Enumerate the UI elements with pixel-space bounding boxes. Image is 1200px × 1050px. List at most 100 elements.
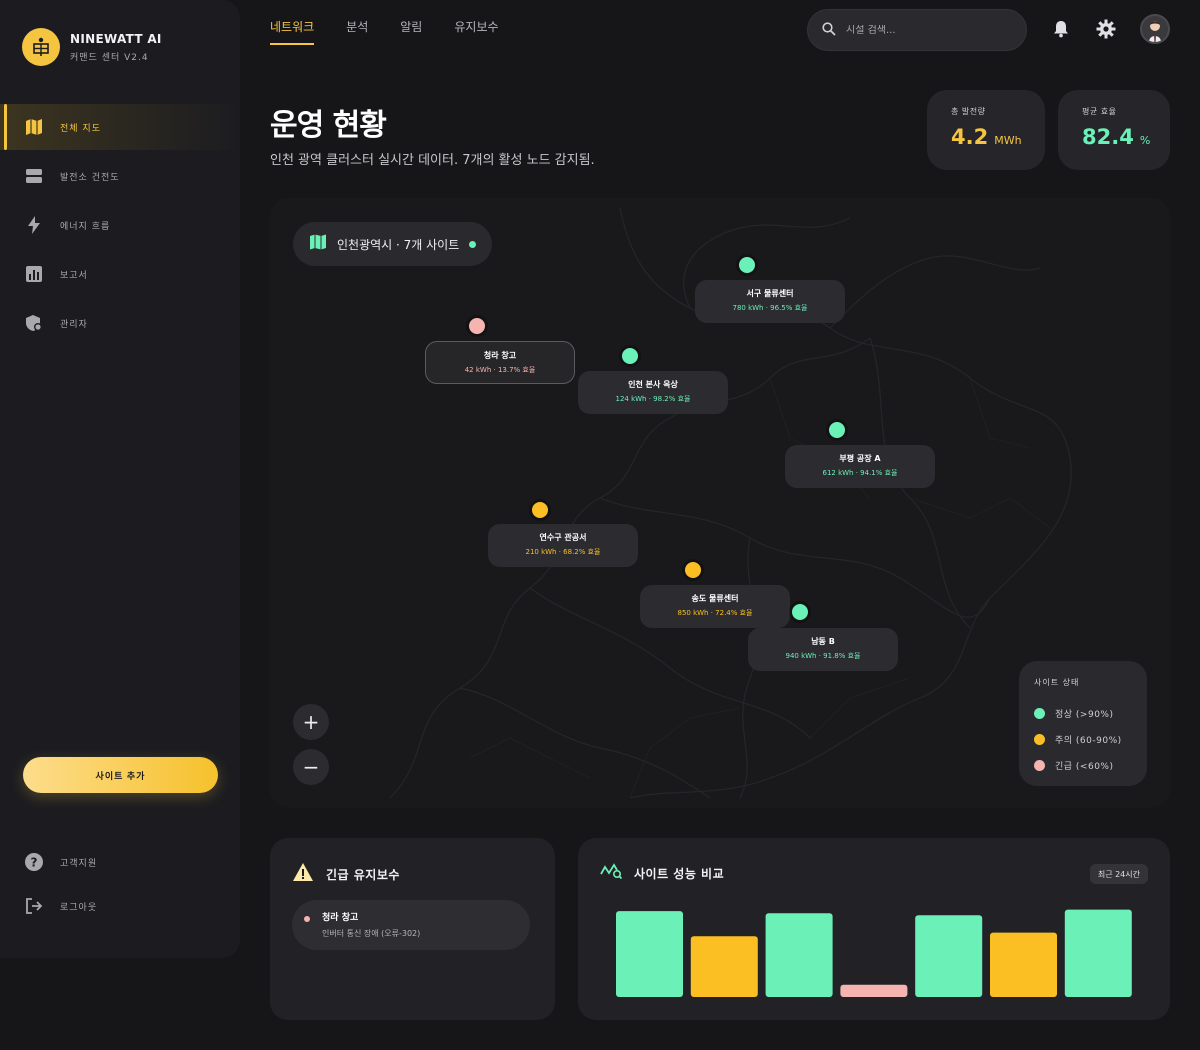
stat-label: 평균 효율 bbox=[1082, 107, 1117, 116]
brand-name: NINEWATT AI bbox=[70, 31, 162, 46]
sidebar-item-plant-health[interactable]: 발전소 건전도 bbox=[0, 153, 240, 199]
sidebar-item-label: 로그아웃 bbox=[60, 902, 98, 913]
search-bar bbox=[807, 9, 1027, 51]
site-label-cheongna[interactable]: 청라 창고 42 kWh · 13.7% 효율 bbox=[425, 341, 575, 384]
site-name: 송도 물류센터 bbox=[691, 594, 739, 603]
sidebar: NINEWATT AI 커맨드 센터 V2.4 전체 지도 발전소 건전도 에너… bbox=[0, 0, 240, 958]
live-status-dot bbox=[469, 240, 477, 248]
site-label-namdong[interactable]: 남동 B 940 kWh · 91.8% 효율 bbox=[748, 628, 898, 671]
sidebar-item-label: 보고서 bbox=[60, 270, 88, 281]
site-label-songdo[interactable]: 송도 물류센터 850 kWh · 72.4% 효율 bbox=[640, 585, 790, 628]
site-name: 남동 B bbox=[811, 637, 835, 646]
sidebar-nav: 전체 지도 발전소 건전도 에너지 흐름 보고서 관리자 bbox=[0, 104, 240, 349]
top-navigation: 네트워크 분석 알림 유지보수 bbox=[270, 18, 499, 45]
site-label-seogu[interactable]: 서구 물류센터 780 kWh · 96.5% 효율 bbox=[695, 280, 845, 323]
region-selector[interactable]: 인천광역시 · 7개 사이트 bbox=[293, 222, 493, 266]
site-meta: 940 kWh · 91.8% 효율 bbox=[785, 652, 861, 660]
site-name: 부평 공장 A bbox=[839, 454, 881, 463]
site-marker-songdo[interactable] bbox=[685, 562, 701, 578]
site-name: 서구 물류센터 bbox=[746, 289, 794, 298]
zoom-in-button[interactable]: + bbox=[293, 704, 329, 740]
settings-gear-icon[interactable] bbox=[1094, 17, 1118, 41]
tab-maintenance[interactable]: 유지보수 bbox=[454, 18, 498, 45]
stat-card-average-efficiency: 평균 효율 82.4 % bbox=[1058, 90, 1170, 170]
site-label-yeonsu[interactable]: 연수구 관공서 210 kWh · 68.2% 효율 bbox=[488, 524, 638, 567]
stat-unit: % bbox=[1139, 134, 1151, 147]
performance-bar[interactable] bbox=[765, 913, 833, 997]
legend-swatch bbox=[1034, 707, 1045, 719]
site-performance-card: 사이트 성능 비교 최근 24시간 bbox=[578, 838, 1170, 1020]
site-marker-seogu[interactable] bbox=[739, 257, 755, 273]
legend-item-normal: 정상 (>90%) bbox=[1034, 700, 1147, 726]
site-meta: 850 kWh · 72.4% 효율 bbox=[677, 609, 753, 617]
sidebar-item-label: 관리자 bbox=[60, 319, 88, 330]
tab-analytics[interactable]: 분석 bbox=[346, 18, 368, 45]
performance-bar[interactable] bbox=[915, 915, 983, 997]
site-meta: 612 kWh · 94.1% 효율 bbox=[822, 469, 898, 477]
legend-label: 정상 (>90%) bbox=[1055, 709, 1114, 720]
site-marker-yeonsu[interactable] bbox=[532, 502, 548, 518]
stat-unit: MWh bbox=[994, 134, 1022, 147]
legend-item-critical: 긴급 (<60%) bbox=[1034, 752, 1147, 778]
sidebar-footer: ? 고객지원 로그아웃 bbox=[0, 840, 240, 928]
stat-value: 4.2 bbox=[951, 125, 989, 149]
search-input[interactable] bbox=[846, 24, 1006, 36]
tab-alerts[interactable]: 알림 bbox=[400, 18, 422, 45]
site-marker-hq-rooftop[interactable] bbox=[622, 348, 638, 364]
sidebar-item-full-map[interactable]: 전체 지도 bbox=[0, 104, 240, 150]
performance-bar[interactable] bbox=[690, 936, 758, 997]
sidebar-item-label: 발전소 건전도 bbox=[60, 172, 120, 183]
alert-description: 인버터 통신 장애 (오류-302) bbox=[322, 929, 421, 938]
site-marker-cheongna[interactable] bbox=[469, 318, 485, 334]
sidebar-item-support[interactable]: ? 고객지원 bbox=[0, 840, 240, 884]
legend-swatch bbox=[1034, 759, 1045, 771]
brand-subtitle: 커맨드 센터 V2.4 bbox=[70, 52, 149, 63]
legend-swatch bbox=[1034, 733, 1045, 745]
warning-triangle-icon bbox=[292, 862, 314, 886]
page-title: 운영 현황 bbox=[270, 108, 387, 143]
performance-bar[interactable] bbox=[990, 932, 1057, 997]
performance-bar[interactable] bbox=[840, 984, 908, 997]
server-icon bbox=[24, 166, 44, 186]
map-view[interactable]: 인천광역시 · 7개 사이트 서구 물류센터 780 kWh · 96.5% 효… bbox=[270, 198, 1170, 808]
map-fold-icon bbox=[309, 234, 327, 254]
site-name: 연수구 관공서 bbox=[539, 533, 587, 542]
svg-text:?: ? bbox=[31, 856, 38, 870]
site-marker-bupyeong[interactable] bbox=[829, 422, 845, 438]
site-name: 인천 본사 옥상 bbox=[628, 380, 678, 389]
sidebar-item-label: 고객지원 bbox=[60, 858, 98, 869]
card-title: 긴급 유지보수 bbox=[326, 867, 400, 882]
sidebar-item-logout[interactable]: 로그아웃 bbox=[0, 884, 240, 928]
add-site-button[interactable]: 사이트 추가 bbox=[23, 757, 218, 793]
legend-item-warning: 주의 (60-90%) bbox=[1034, 726, 1147, 752]
critical-bullet bbox=[304, 916, 310, 922]
page-subtitle: 인천 광역 클러스터 실시간 데이터. 7개의 활성 노드 감지됨. bbox=[270, 153, 595, 168]
performance-bar[interactable] bbox=[1064, 909, 1132, 997]
notification-bell-icon[interactable] bbox=[1049, 17, 1073, 41]
maintenance-alert-item[interactable]: 청라 창고 인버터 통신 장애 (오류-302) bbox=[292, 900, 530, 950]
site-meta: 780 kWh · 96.5% 효율 bbox=[732, 304, 808, 312]
urgent-maintenance-card: 긴급 유지보수 청라 창고 인버터 통신 장애 (오류-302) bbox=[270, 838, 555, 1020]
site-marker-namdong[interactable] bbox=[792, 604, 808, 620]
tab-network[interactable]: 네트워크 bbox=[270, 18, 315, 45]
site-name: 청라 창고 bbox=[483, 351, 517, 360]
performance-bar[interactable] bbox=[616, 911, 683, 997]
region-label: 인천광역시 · 7개 사이트 bbox=[337, 237, 460, 252]
sidebar-item-reports[interactable]: 보고서 bbox=[0, 251, 240, 297]
site-meta: 42 kWh · 13.7% 효율 bbox=[464, 366, 536, 374]
logout-icon bbox=[24, 896, 44, 916]
help-icon: ? bbox=[24, 852, 44, 872]
site-meta: 210 kWh · 68.2% 효율 bbox=[525, 548, 601, 556]
legend-title: 사이트 상태 bbox=[1034, 678, 1080, 687]
site-label-bupyeong[interactable]: 부평 공장 A 612 kWh · 94.1% 효율 bbox=[785, 445, 935, 488]
sidebar-item-admin[interactable]: 관리자 bbox=[0, 300, 240, 346]
stat-card-total-generation: 총 발전량 4.2 MWh bbox=[927, 90, 1045, 170]
admin-shield-icon bbox=[24, 313, 44, 333]
solar-panel-logo-icon bbox=[22, 28, 60, 66]
stat-value: 82.4 bbox=[1082, 125, 1134, 149]
user-avatar[interactable] bbox=[1140, 14, 1170, 44]
site-label-hq-rooftop[interactable]: 인천 본사 옥상 124 kWh · 98.2% 효율 bbox=[578, 371, 728, 414]
alert-site-name: 청라 창고 bbox=[322, 913, 359, 923]
zoom-out-button[interactable]: − bbox=[293, 749, 329, 785]
sidebar-item-energy-flow[interactable]: 에너지 흐름 bbox=[0, 202, 240, 248]
